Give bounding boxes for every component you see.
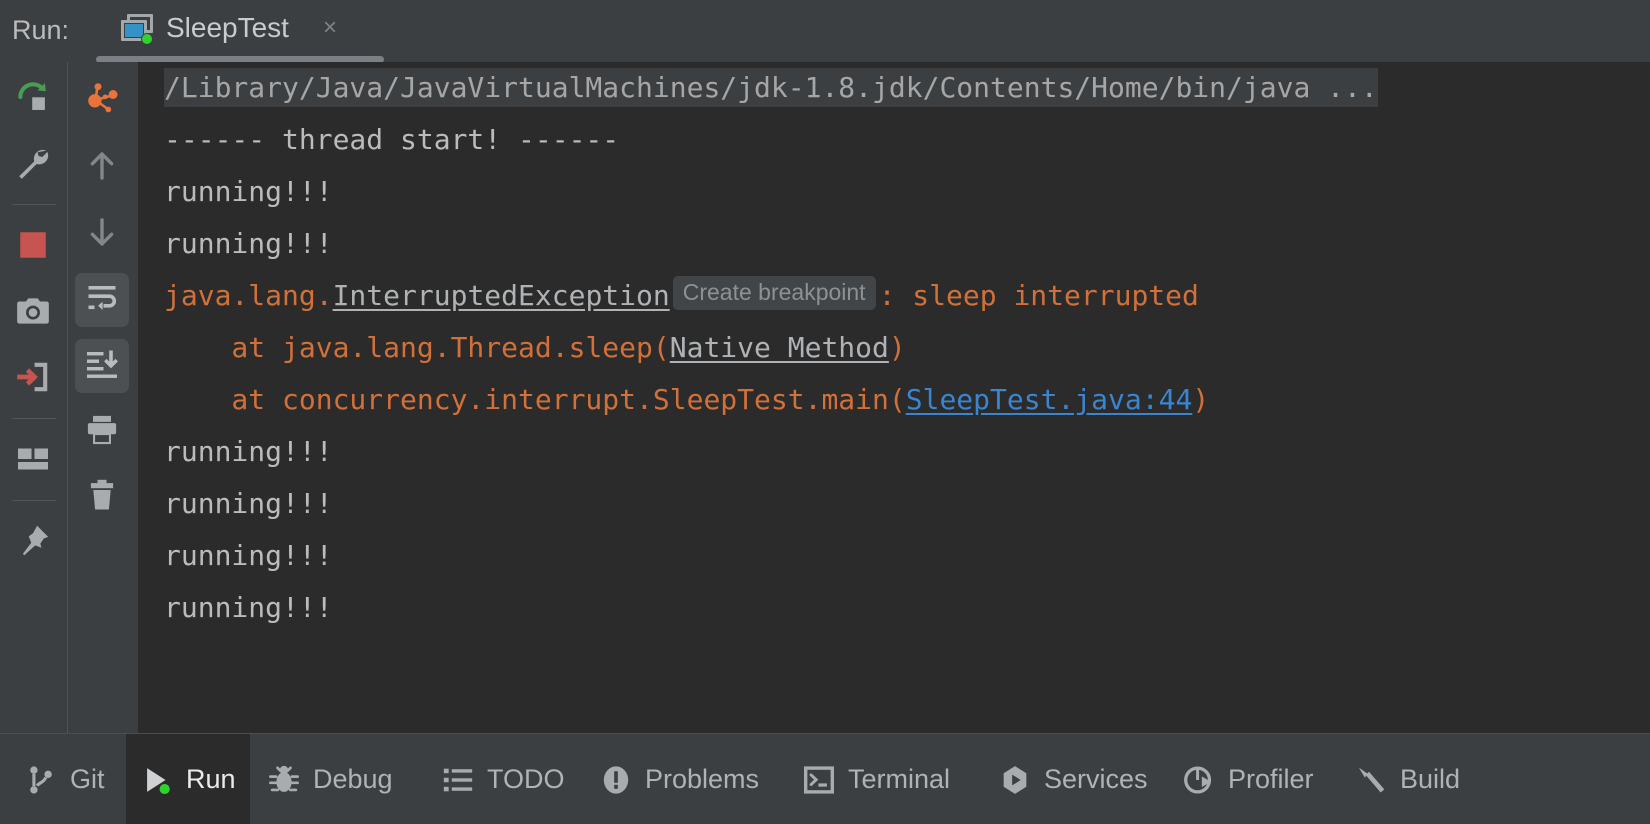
close-icon[interactable]: × (319, 16, 341, 40)
stop-square-icon (16, 228, 50, 267)
profiler-icon (1182, 763, 1216, 797)
console-line: running!!! (138, 530, 333, 582)
layout-icon (15, 441, 51, 482)
bottom-tab-label: Git (70, 764, 105, 794)
console-text: running!!! (164, 435, 333, 468)
camera-icon (14, 292, 52, 335)
pin-button[interactable] (6, 516, 60, 570)
wrench-icon (14, 144, 52, 187)
scroll-to-end-button[interactable] (75, 339, 129, 393)
export-button[interactable] (6, 352, 60, 406)
console-text: running!!! (164, 175, 333, 208)
console-text: running!!! (164, 227, 333, 260)
stack-frame-close-paren: ) (888, 331, 906, 364)
running-status-dot (141, 33, 153, 45)
pin-icon (14, 522, 52, 565)
exception-package: java.lang. (164, 279, 333, 312)
run-configuration-icon (121, 14, 155, 45)
clear-all-button[interactable] (75, 471, 129, 525)
console-line-exception: java.lang.InterruptedException Create bre… (138, 270, 1199, 322)
console-output[interactable]: /Library/Java/JavaVirtualMachines/jdk-1.… (138, 62, 1650, 733)
arrow-up-icon (85, 149, 119, 188)
bottom-tab-label: Terminal (848, 764, 951, 794)
console-text: running!!! (164, 591, 333, 624)
bottom-tab-todo[interactable]: TODO (427, 734, 579, 824)
export-arrow-icon (14, 358, 52, 401)
native-method-link[interactable]: Native Method (670, 331, 889, 364)
services-icon (998, 763, 1032, 797)
bottom-tool-window-bar: Git Run Debug TODO Problems Terminal Ser… (0, 733, 1650, 824)
soft-wrap-icon (84, 280, 120, 321)
bottom-tab-run[interactable]: Run (126, 734, 250, 824)
edit-configuration-button[interactable] (6, 138, 60, 192)
console-text: running!!! (164, 539, 333, 572)
toolbar-divider (12, 204, 56, 205)
analyze-button[interactable] (75, 75, 129, 129)
bottom-tab-label: Build (1400, 764, 1461, 794)
bottom-tab-label: Problems (645, 764, 760, 794)
screenshot-button[interactable] (6, 286, 60, 340)
console-line: running!!! (138, 218, 333, 270)
bottom-tab-git[interactable]: Git (10, 734, 119, 824)
bottom-tab-problems[interactable]: Problems (585, 734, 773, 824)
terminal-icon (802, 763, 836, 797)
toolbar-divider (12, 418, 56, 419)
layout-button[interactable] (6, 434, 60, 488)
bottom-tab-debug[interactable]: Debug (253, 734, 407, 824)
console-line: running!!! (138, 478, 333, 530)
problems-icon (599, 763, 633, 797)
exception-class-link[interactable]: InterruptedException (333, 279, 670, 312)
arrow-down-icon (85, 215, 119, 254)
soft-wrap-button[interactable] (75, 273, 129, 327)
molecule-icon (83, 81, 121, 124)
bottom-tab-profiler[interactable]: Profiler (1168, 734, 1328, 824)
print-button[interactable] (75, 405, 129, 459)
run-tab-label: SleepTest (166, 12, 289, 43)
source-file-link[interactable]: SleepTest.java:44 (906, 383, 1193, 416)
run-tool-window-header: Run: SleepTest × (0, 0, 1650, 63)
printer-icon (84, 412, 120, 453)
console-line-stacktrace: at concurrency.interrupt.SleepTest.main(… (138, 374, 1209, 426)
run-actions-toolbar (0, 62, 67, 733)
trash-icon (84, 478, 120, 519)
scroll-to-end-icon (84, 346, 120, 387)
bottom-tab-label: Profiler (1228, 764, 1314, 794)
next-occurrence-button[interactable] (75, 207, 129, 261)
run-play-icon (140, 763, 174, 797)
console-line: running!!! (138, 426, 333, 478)
prev-occurrence-button[interactable] (75, 141, 129, 195)
rerun-icon (14, 78, 52, 121)
console-line: ------ thread start! ------ (138, 114, 619, 166)
bottom-tab-label: Run (186, 764, 236, 794)
console-actions-toolbar (67, 62, 138, 733)
git-branch-icon (24, 763, 58, 797)
console-line-stacktrace: at java.lang.Thread.sleep(Native Method) (138, 322, 906, 374)
console-text: ------ thread start! ------ (164, 123, 620, 156)
bottom-tab-label: Debug (313, 764, 393, 794)
run-tool-window: Run: SleepTest × /Library/Java/JavaVirtu… (0, 0, 1650, 824)
toolbar-divider (12, 500, 56, 501)
bottom-tab-build[interactable]: Build (1340, 734, 1474, 824)
todo-list-icon (441, 763, 475, 797)
stop-button[interactable] (6, 220, 60, 274)
command-line-text: /Library/Java/JavaVirtualMachines/jdk-1.… (164, 68, 1378, 107)
hammer-icon (1354, 763, 1388, 797)
console-line: running!!! (138, 582, 333, 634)
console-line-command: /Library/Java/JavaVirtualMachines/jdk-1.… (138, 62, 1378, 114)
stack-frame-close-paren: ) (1192, 383, 1210, 416)
bottom-tab-label: Services (1044, 764, 1148, 794)
run-tab-sleeptest[interactable]: SleepTest × (96, 0, 384, 62)
stack-frame-text: at concurrency.interrupt.SleepTest.main( (164, 383, 906, 416)
create-breakpoint-badge[interactable]: Create breakpoint (672, 276, 876, 310)
bottom-tab-services[interactable]: Services (984, 734, 1162, 824)
console-text: running!!! (164, 487, 333, 520)
bottom-tab-label: TODO (487, 764, 565, 794)
bottom-tab-terminal[interactable]: Terminal (788, 734, 964, 824)
console-line: running!!! (138, 166, 333, 218)
exception-message: : sleep interrupted (878, 279, 1199, 312)
rerun-button[interactable] (6, 72, 60, 126)
stack-frame-text: at java.lang.Thread.sleep( (164, 331, 670, 364)
tool-window-label: Run: (12, 15, 70, 45)
bug-icon (267, 763, 301, 797)
